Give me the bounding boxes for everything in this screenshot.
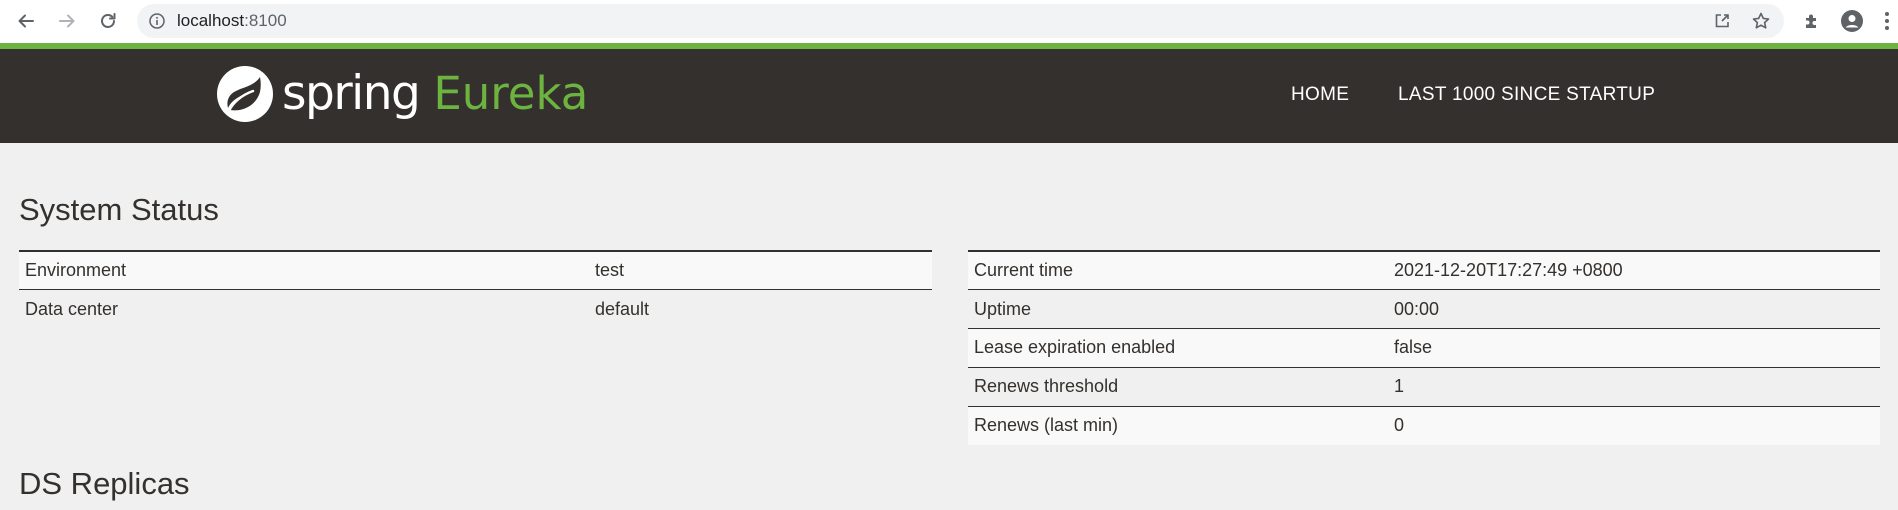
table-row: Renews threshold 1	[968, 366, 1880, 407]
current-time-value: 2021-12-20T17:27:49 +0800	[1388, 250, 1880, 290]
table-row: Lease expiration enabled false	[968, 328, 1880, 368]
eureka-navbar: spring Eureka HOME LAST 1000 SINCE START…	[0, 49, 1898, 143]
system-status-left-table: Environment test Data center default	[19, 250, 932, 329]
ds-replicas-heading: DS Replicas	[19, 466, 190, 501]
table-row: Renews (last min) 0	[968, 405, 1880, 445]
address-bar[interactable]: localhost:8100	[137, 4, 1784, 38]
system-status-right-table: Current time 2021-12-20T17:27:49 +0800 U…	[968, 250, 1880, 445]
renews-last-min-key: Renews (last min)	[968, 405, 1388, 445]
nav-last-1000-link[interactable]: LAST 1000 SINCE STARTUP	[1398, 84, 1655, 106]
system-status-heading: System Status	[19, 192, 219, 227]
logo-spring-text: spring	[282, 66, 421, 121]
spring-eureka-logo[interactable]: spring Eureka	[216, 63, 588, 125]
renews-threshold-key: Renews threshold	[968, 366, 1388, 407]
url-port: :8100	[244, 11, 287, 30]
datacenter-value: default	[589, 289, 932, 329]
url-text[interactable]: localhost:8100	[177, 4, 287, 38]
uptime-key: Uptime	[968, 289, 1388, 329]
info-icon[interactable]	[149, 13, 165, 29]
logo-eureka-text: Eureka	[433, 67, 589, 120]
table-row: Environment test	[19, 250, 932, 290]
url-host: localhost	[177, 11, 245, 30]
uptime-value: 00:00	[1388, 289, 1880, 329]
lease-expiration-key: Lease expiration enabled	[968, 328, 1388, 368]
table-row: Uptime 00:00	[968, 289, 1880, 329]
renews-threshold-value: 1	[1388, 366, 1880, 407]
profile-avatar-icon[interactable]	[1841, 10, 1863, 32]
env-value: test	[589, 250, 932, 290]
env-key: Environment	[19, 250, 589, 290]
table-row: Data center default	[19, 289, 932, 329]
forward-arrow-icon[interactable]	[55, 9, 79, 33]
reload-icon[interactable]	[96, 9, 120, 33]
renews-last-min-value: 0	[1388, 405, 1880, 445]
spring-leaf-icon	[217, 66, 273, 122]
table-row: Current time 2021-12-20T17:27:49 +0800	[968, 250, 1880, 290]
nav-home-link[interactable]: HOME	[1291, 84, 1349, 106]
browser-toolbar: localhost:8100	[0, 0, 1898, 43]
kebab-menu-icon[interactable]	[1880, 10, 1894, 32]
share-icon[interactable]	[1712, 11, 1732, 31]
current-time-key: Current time	[968, 250, 1388, 290]
extensions-puzzle-icon[interactable]	[1801, 10, 1823, 32]
bookmark-star-icon[interactable]	[1751, 11, 1771, 31]
datacenter-key: Data center	[19, 289, 589, 329]
lease-expiration-value: false	[1388, 328, 1880, 368]
back-arrow-icon[interactable]	[14, 9, 38, 33]
